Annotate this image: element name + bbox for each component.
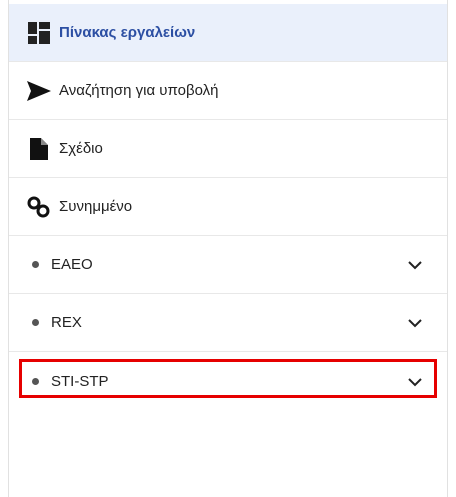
sidebar-group-eaeo[interactable]: EAEO: [9, 236, 447, 294]
sidebar-item-label: Συνημμένο: [59, 198, 133, 215]
bullet-icon: [32, 261, 39, 268]
bullet-icon: [32, 319, 39, 326]
sidebar-item-label: Σχέδιο: [59, 140, 103, 157]
chevron-down-icon[interactable]: [407, 374, 423, 390]
sidebar-group-rex[interactable]: REX: [9, 294, 447, 352]
sidebar-group-sti-stp[interactable]: STI-STP: [9, 352, 447, 410]
sidebar-item-attachment[interactable]: Συνημμένο: [9, 178, 447, 236]
sidebar-item-dashboard[interactable]: Πίνακας εργαλείων: [9, 4, 447, 62]
sidebar-item-draft[interactable]: Σχέδιο: [9, 120, 447, 178]
sidebar-group-label: REX: [51, 314, 82, 331]
chevron-down-icon[interactable]: [407, 316, 423, 332]
sidebar-group-label: STI-STP: [51, 372, 109, 390]
sidebar-item-label: Πίνακας εργαλείων: [59, 24, 196, 41]
sidebar-group-label: EAEO: [51, 256, 93, 273]
send-icon: [27, 79, 51, 103]
chevron-down-icon[interactable]: [407, 258, 423, 274]
sidebar-menu: Πίνακας εργαλείων Αναζήτηση για υποβολή …: [8, 0, 448, 497]
link-icon: [27, 195, 51, 219]
sidebar-item-label: Αναζήτηση για υποβολή: [59, 82, 219, 99]
sidebar-item-search-submission[interactable]: Αναζήτηση για υποβολή: [9, 62, 447, 120]
dashboard-icon: [27, 21, 51, 45]
bullet-icon: [32, 377, 39, 385]
document-icon: [27, 137, 51, 161]
